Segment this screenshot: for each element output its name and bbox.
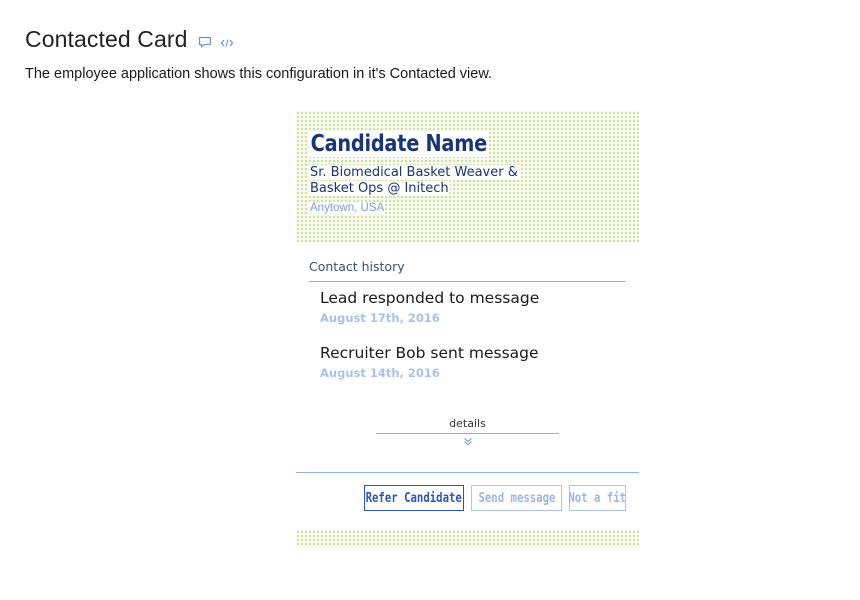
not-a-fit-label: Not a fit: [568, 490, 627, 506]
code-brackets-icon[interactable]: [220, 37, 234, 49]
double-chevron-down-icon[interactable]: [463, 437, 473, 446]
header: Contacted Card: [25, 26, 234, 53]
candidate-name: Candidate Name: [309, 131, 489, 157]
not-a-fit-button[interactable]: Not a fit: [569, 485, 626, 511]
refer-candidate-button[interactable]: Refer Candidate: [364, 485, 464, 511]
candidate-title: Sr. Biomedical Basket Weaver & Basket Op…: [309, 165, 565, 197]
history-event: Recruiter Bob sent message August 14th, …: [320, 344, 539, 380]
refer-candidate-label: Refer Candidate: [365, 490, 463, 506]
contact-history-divider: [309, 281, 626, 282]
page-description: The employee application shows this conf…: [25, 66, 493, 82]
history-event-text: Recruiter Bob sent message: [320, 344, 539, 362]
send-message-label: Send message: [477, 490, 556, 506]
contacted-card: Candidate Name Sr. Biomedical Basket Wea…: [296, 111, 639, 547]
history-event-date: August 14th, 2016: [320, 366, 440, 380]
card-footer-pattern: [296, 530, 639, 547]
page: Contacted Card The employee application …: [0, 0, 860, 600]
details-divider: [376, 433, 559, 434]
details-label: details: [449, 417, 486, 430]
send-message-button[interactable]: Send message: [471, 485, 562, 511]
actions-divider: [296, 472, 639, 473]
history-event: Lead responded to message August 17th, 2…: [320, 289, 539, 325]
card-header: Candidate Name Sr. Biomedical Basket Wea…: [296, 111, 639, 242]
history-event-date: August 17th, 2016: [320, 311, 440, 325]
speech-bubble-icon[interactable]: [198, 36, 212, 49]
page-title: Contacted Card: [25, 26, 188, 52]
details-toggle[interactable]: details: [376, 417, 559, 446]
contact-history-label: Contact history: [309, 259, 405, 274]
candidate-title-text: Sr. Biomedical Basket Weaver & Basket Op…: [309, 165, 519, 196]
history-event-text: Lead responded to message: [320, 289, 540, 307]
candidate-location: Anytown, USA: [309, 202, 386, 214]
